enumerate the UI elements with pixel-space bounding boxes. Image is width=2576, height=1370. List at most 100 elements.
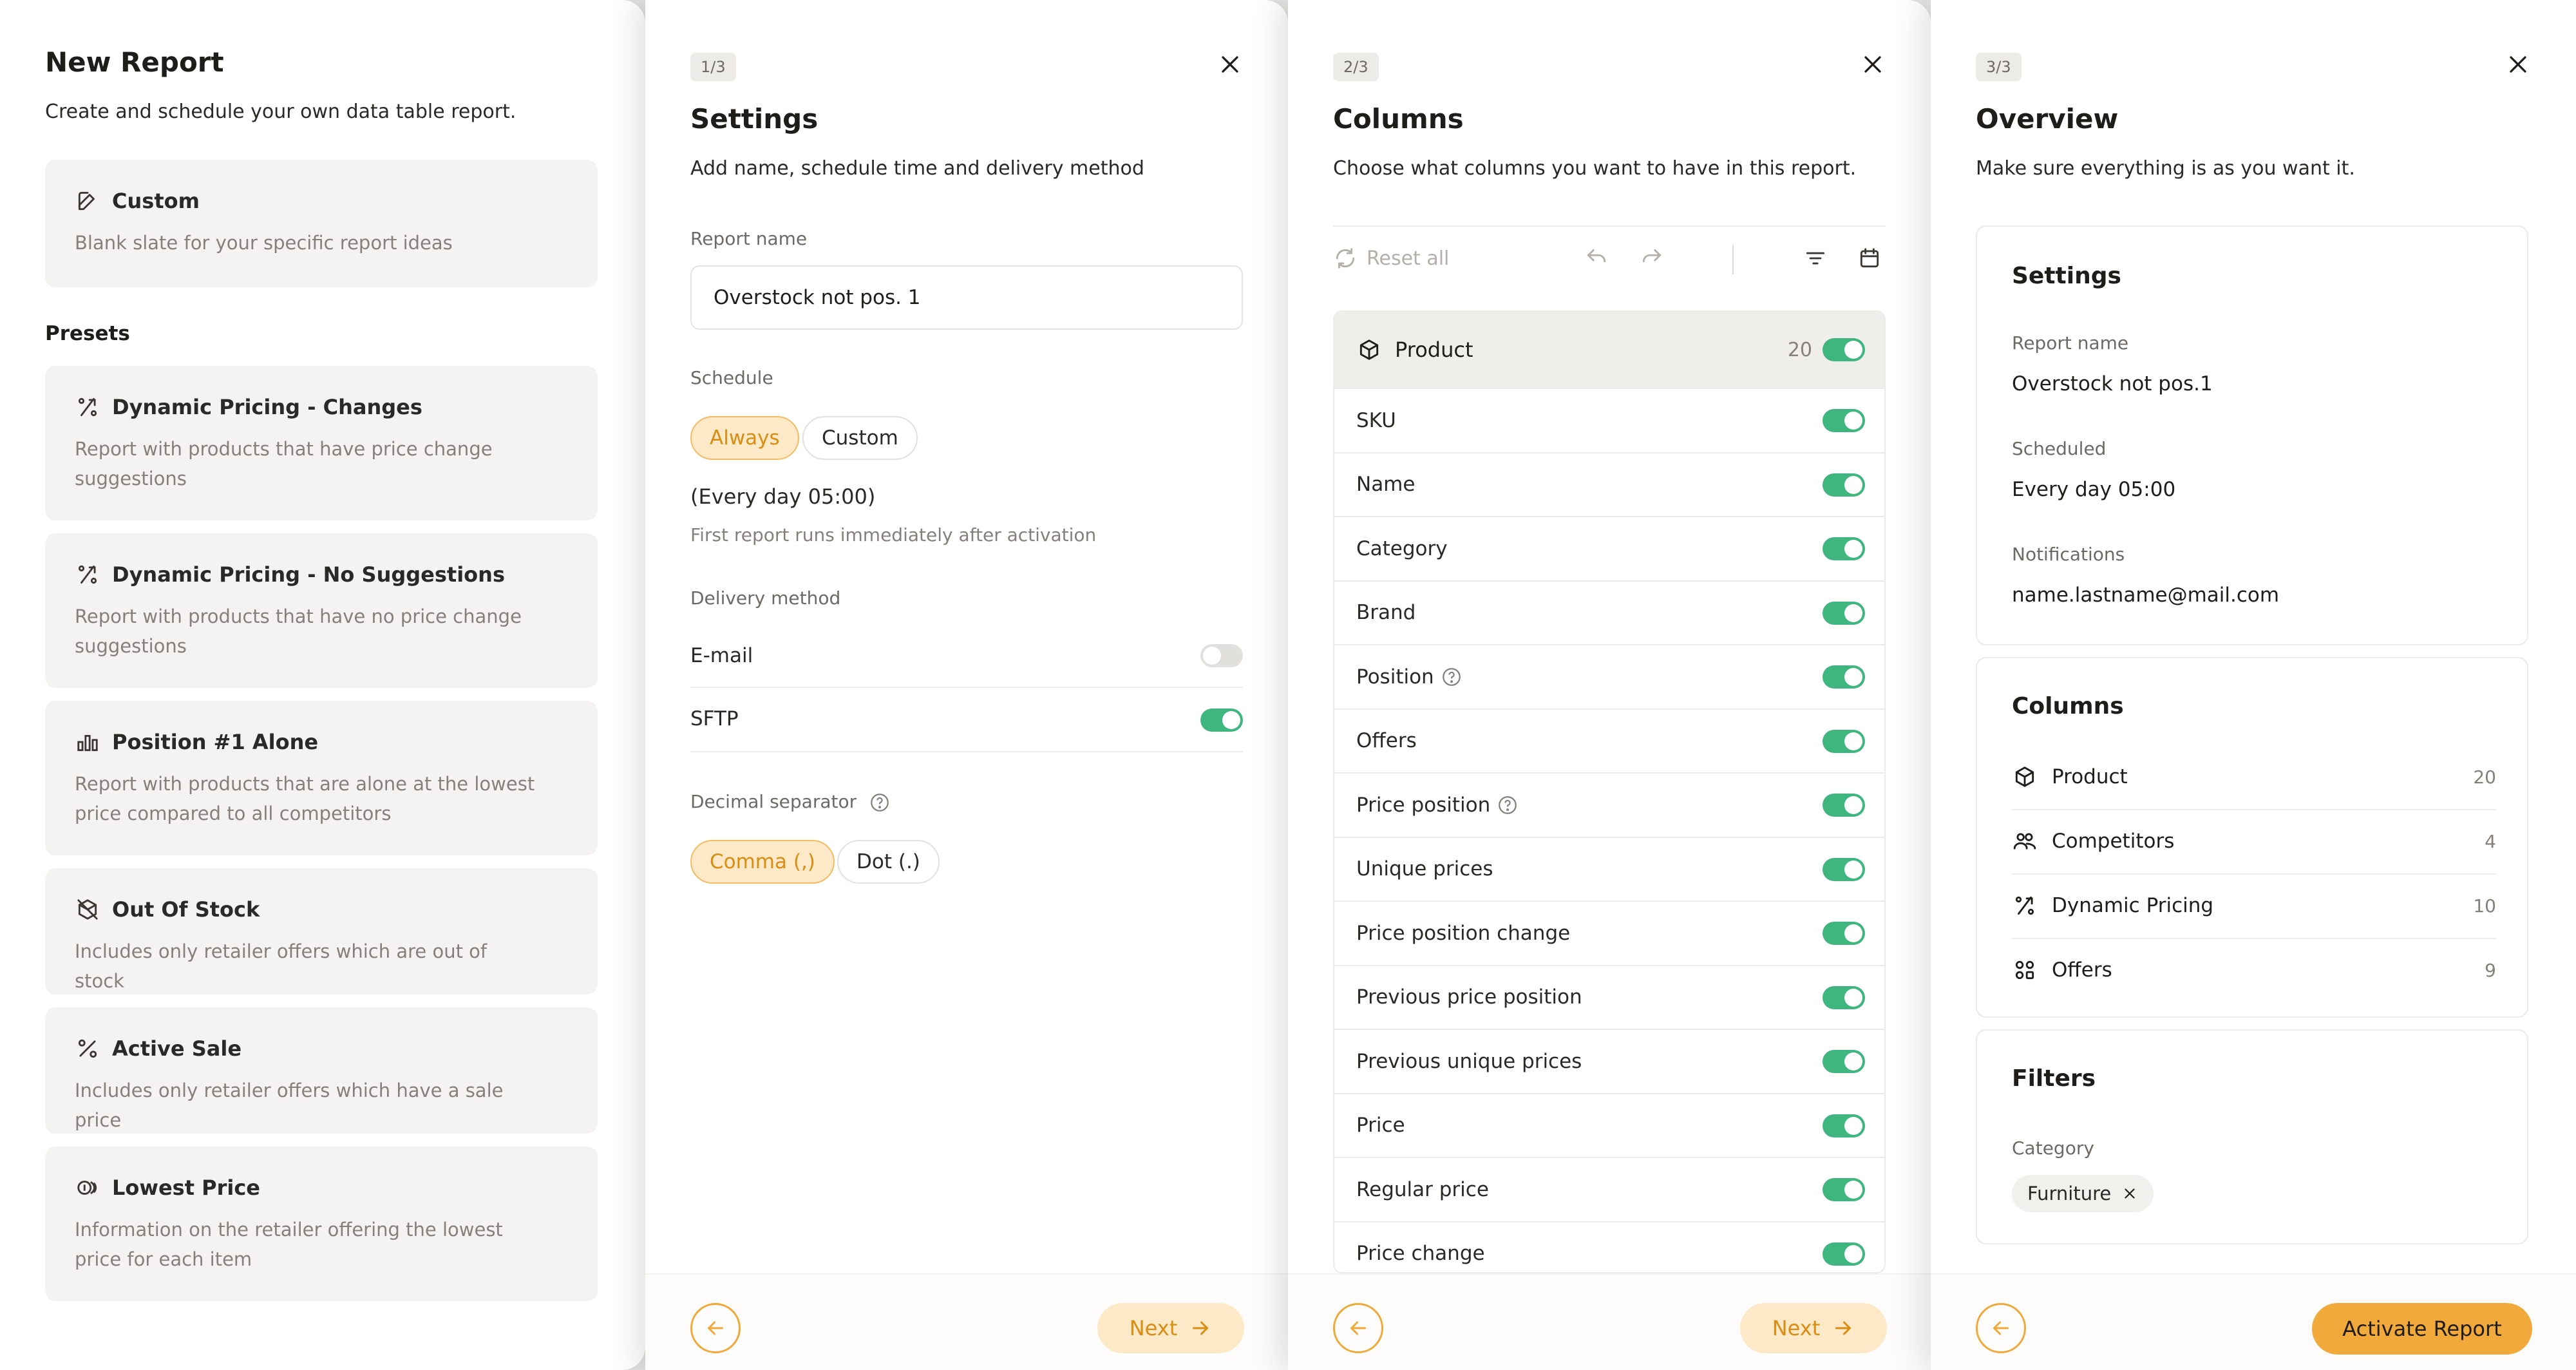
column-group-toggle[interactable] — [1823, 338, 1865, 361]
column-row[interactable]: Price — [1334, 1092, 1884, 1157]
close-button[interactable] — [1216, 50, 1244, 79]
calendar-button[interactable] — [1857, 246, 1882, 271]
card-title: Position #1 Alone — [112, 730, 319, 754]
column-toggle[interactable] — [1823, 665, 1865, 689]
column-name: Previous price position — [1356, 985, 1582, 1009]
column-row[interactable]: Price position change — [1334, 900, 1884, 965]
back-button[interactable] — [1333, 1303, 1383, 1353]
preset-card-dynamic-pricing-changes[interactable]: Dynamic Pricing - Changes Report with pr… — [45, 366, 598, 520]
column-toggle[interactable] — [1823, 729, 1865, 753]
close-button[interactable] — [1859, 50, 1887, 79]
next-button-label: Next — [1129, 1316, 1178, 1340]
column-toggle[interactable] — [1823, 1178, 1865, 1201]
card-description: Blank slate for your specific report ide… — [75, 232, 453, 254]
preset-card-out-of-stock[interactable]: Out Of Stock Includes only retailer offe… — [45, 868, 598, 994]
column-group-product[interactable]: Product 20 — [1334, 312, 1884, 388]
report-name-value: Overstock not pos.1 — [2012, 372, 2213, 395]
schedule-option-custom[interactable]: Custom — [802, 416, 918, 460]
edit-icon — [75, 188, 100, 214]
help-icon[interactable] — [869, 792, 891, 813]
card-description: Report with products that have no price … — [75, 605, 522, 657]
column-toggle[interactable] — [1823, 601, 1865, 625]
overview-filters-card: Filters Category Furniture — [1976, 1029, 2528, 1244]
column-toggle[interactable] — [1823, 794, 1865, 817]
undo-icon — [1587, 249, 1606, 263]
preset-card-active-sale[interactable]: Active Sale Includes only retailer offer… — [45, 1007, 598, 1134]
preset-card-position-1-alone[interactable]: Position #1 Alone Report with products t… — [45, 701, 598, 855]
activate-report-button[interactable]: Activate Report — [2312, 1303, 2532, 1355]
panel-title: Settings — [690, 103, 819, 135]
overview-column-group[interactable]: Competitors 4 — [2012, 809, 2496, 873]
column-name: Unique prices — [1356, 857, 1493, 881]
card-description: Includes only retailer offers which are … — [75, 940, 488, 992]
overview-column-group[interactable]: Dynamic Pricing 10 — [2012, 873, 2496, 938]
back-button[interactable] — [1976, 1303, 2026, 1353]
preset-card-dynamic-pricing-no-suggestions[interactable]: Dynamic Pricing - No Suggestions Report … — [45, 533, 598, 688]
decimal-option-dot[interactable]: Dot (.) — [837, 840, 940, 884]
delivery-email-toggle[interactable] — [1200, 644, 1243, 667]
column-toggle[interactable] — [1823, 1050, 1865, 1073]
step-badge: 1/3 — [690, 53, 736, 81]
next-button[interactable]: Next — [1740, 1303, 1887, 1353]
column-row[interactable]: Name — [1334, 452, 1884, 517]
back-button[interactable] — [690, 1303, 741, 1353]
scheduled-value: Every day 05:00 — [2012, 478, 2176, 501]
overview-column-group[interactable]: Offers 9 — [2012, 938, 2496, 1002]
redo-button[interactable] — [1640, 246, 1664, 271]
column-group-name: Product — [1395, 338, 1473, 362]
column-toggle[interactable] — [1823, 473, 1865, 497]
column-row[interactable]: Position — [1334, 644, 1884, 709]
column-toggle[interactable] — [1823, 857, 1865, 881]
column-toggle[interactable] — [1823, 409, 1865, 432]
column-name: SKU — [1356, 408, 1396, 432]
help-icon[interactable] — [1497, 794, 1519, 816]
decimal-option-comma[interactable]: Comma (,) — [690, 840, 835, 884]
filter-chip[interactable]: Furniture — [2012, 1175, 2154, 1212]
overview-column-group[interactable]: Product 20 — [2012, 745, 2496, 809]
close-button[interactable] — [2504, 50, 2532, 79]
panel-footer: Activate Report — [1931, 1273, 2576, 1370]
report-name-label: Report name — [2012, 332, 2129, 354]
card-description: Report with products that have price cha… — [75, 438, 493, 490]
column-row[interactable]: Price change — [1334, 1221, 1884, 1273]
columns-toolbar: Reset all — [1333, 225, 1886, 290]
notifications-label: Notifications — [2012, 544, 2125, 565]
column-row[interactable]: Unique prices — [1334, 836, 1884, 901]
column-row[interactable]: Category — [1334, 516, 1884, 580]
column-row[interactable]: Previous unique prices — [1334, 1029, 1884, 1093]
column-toggle[interactable] — [1823, 1114, 1865, 1137]
column-toggle[interactable] — [1823, 537, 1865, 560]
preset-card-lowest-price[interactable]: Lowest Price Information on the retailer… — [45, 1146, 598, 1301]
column-row[interactable]: Offers — [1334, 708, 1884, 773]
column-row[interactable]: SKU — [1334, 388, 1884, 452]
card-description: Includes only retailer offers which have… — [75, 1080, 504, 1131]
custom-report-card[interactable]: Custom Blank slate for your specific rep… — [45, 160, 598, 287]
column-row[interactable]: Brand — [1334, 580, 1884, 645]
arrow-left-icon — [1993, 1321, 2009, 1335]
column-toggle[interactable] — [1823, 922, 1865, 945]
coins-icon — [75, 1175, 100, 1201]
reset-all-button[interactable]: Reset all — [1333, 246, 1449, 271]
column-row[interactable]: Regular price — [1334, 1157, 1884, 1221]
users-icon — [2012, 828, 2038, 854]
columns-list: Product 20 SKU Name Category Brand Posit… — [1333, 310, 1886, 1273]
schedule-option-always[interactable]: Always — [690, 416, 799, 460]
schedule-description: (Every day 05:00) — [690, 484, 876, 509]
report-name-input[interactable] — [690, 265, 1243, 330]
column-row[interactable]: Price position — [1334, 772, 1884, 837]
section-title: Settings — [2012, 263, 2121, 289]
column-group-count: 20 — [1787, 338, 1812, 361]
column-toggle[interactable] — [1823, 985, 1865, 1009]
undo-button[interactable] — [1584, 246, 1609, 271]
box-icon — [2012, 764, 2038, 790]
delivery-sftp-toggle[interactable] — [1200, 709, 1243, 732]
help-icon[interactable] — [1441, 666, 1463, 688]
remove-icon[interactable] — [2121, 1185, 2138, 1202]
percent-icon — [75, 1036, 100, 1061]
close-icon — [1222, 56, 1238, 73]
column-toggle[interactable] — [1823, 1242, 1865, 1266]
filter-button[interactable] — [1803, 246, 1828, 271]
next-button[interactable]: Next — [1097, 1303, 1244, 1353]
column-row[interactable]: Previous price position — [1334, 964, 1884, 1029]
delivery-sftp-label: SFTP — [690, 707, 739, 730]
